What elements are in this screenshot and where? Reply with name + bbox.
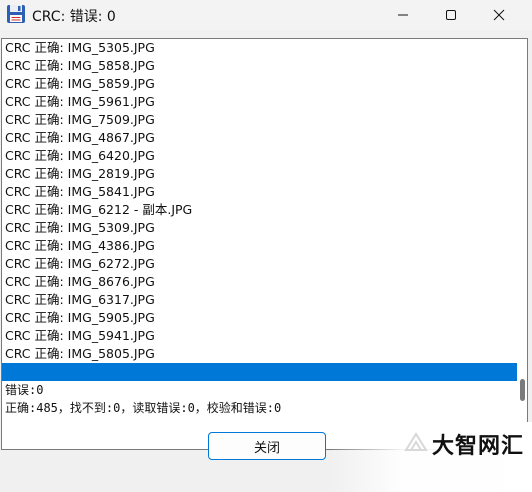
list-item[interactable]: CRC 正确: IMG_5858.JPG: [2, 57, 518, 75]
list-item[interactable]: CRC 正确: IMG_4386.JPG: [2, 237, 518, 255]
window-title: CRC: 错误: 0: [32, 9, 116, 25]
list-item[interactable]: CRC 正确: IMG_5961.JPG: [2, 93, 518, 111]
maximize-icon: [446, 10, 456, 20]
scrollbar-thumb[interactable]: [520, 379, 525, 401]
list-item[interactable]: CRC 正确: IMG_2819.JPG: [2, 165, 518, 183]
list-item[interactable]: CRC 正确: IMG_6420.JPG: [2, 147, 518, 165]
minimize-icon: [398, 14, 408, 16]
list-item[interactable]: CRC 正确: IMG_5859.JPG: [2, 75, 518, 93]
summary-errors: 错误:0: [5, 383, 44, 397]
list-item[interactable]: CRC 正确: IMG_6212 - 副本.JPG: [2, 201, 518, 219]
dialog-client-area: CRC 正确: IMG_5305.JPG CRC 正确: IMG_5858.JP…: [0, 30, 532, 492]
list-item[interactable]: CRC 正确: IMG_7509.JPG: [2, 111, 518, 129]
list-item[interactable]: CRC 正确: IMG_8676.JPG: [2, 273, 518, 291]
summary-detail: 正确:485，找不到:0，读取错误:0，校验和错误:0: [5, 401, 282, 415]
list-item[interactable]: CRC 正确: IMG_5305.JPG: [2, 39, 518, 57]
results-lines: CRC 正确: IMG_5305.JPG CRC 正确: IMG_5858.JP…: [2, 39, 518, 417]
list-item[interactable]: CRC 正确: IMG_6272.JPG: [2, 255, 518, 273]
close-button[interactable]: 关闭: [208, 432, 326, 460]
selected-list-item[interactable]: [2, 363, 518, 381]
maximize-button[interactable]: [428, 0, 474, 30]
list-item[interactable]: CRC 正确: IMG_5941.JPG: [2, 327, 518, 345]
list-item[interactable]: CRC 正确: IMG_6317.JPG: [2, 291, 518, 309]
close-window-button[interactable]: [476, 0, 522, 30]
list-item[interactable]: CRC 正确: IMG_4867.JPG: [2, 129, 518, 147]
watermark-text: 大智网汇: [432, 434, 525, 459]
list-item[interactable]: CRC 正确: IMG_5905.JPG: [2, 309, 518, 327]
watermark-logo-icon: [404, 432, 428, 451]
results-listbox[interactable]: CRC 正确: IMG_5305.JPG CRC 正确: IMG_5858.JP…: [1, 38, 528, 450]
close-icon: [493, 9, 505, 21]
list-item[interactable]: CRC 正确: IMG_5309.JPG: [2, 219, 518, 237]
list-item[interactable]: CRC 正确: IMG_5841.JPG: [2, 183, 518, 201]
minimize-button[interactable]: [380, 0, 426, 30]
title-bar: CRC: 错误: 0: [0, 0, 532, 30]
list-item[interactable]: CRC 正确: IMG_5805.JPG: [2, 345, 518, 363]
floppy-disk-icon: [7, 5, 25, 23]
vertical-scrollbar[interactable]: [517, 39, 527, 449]
